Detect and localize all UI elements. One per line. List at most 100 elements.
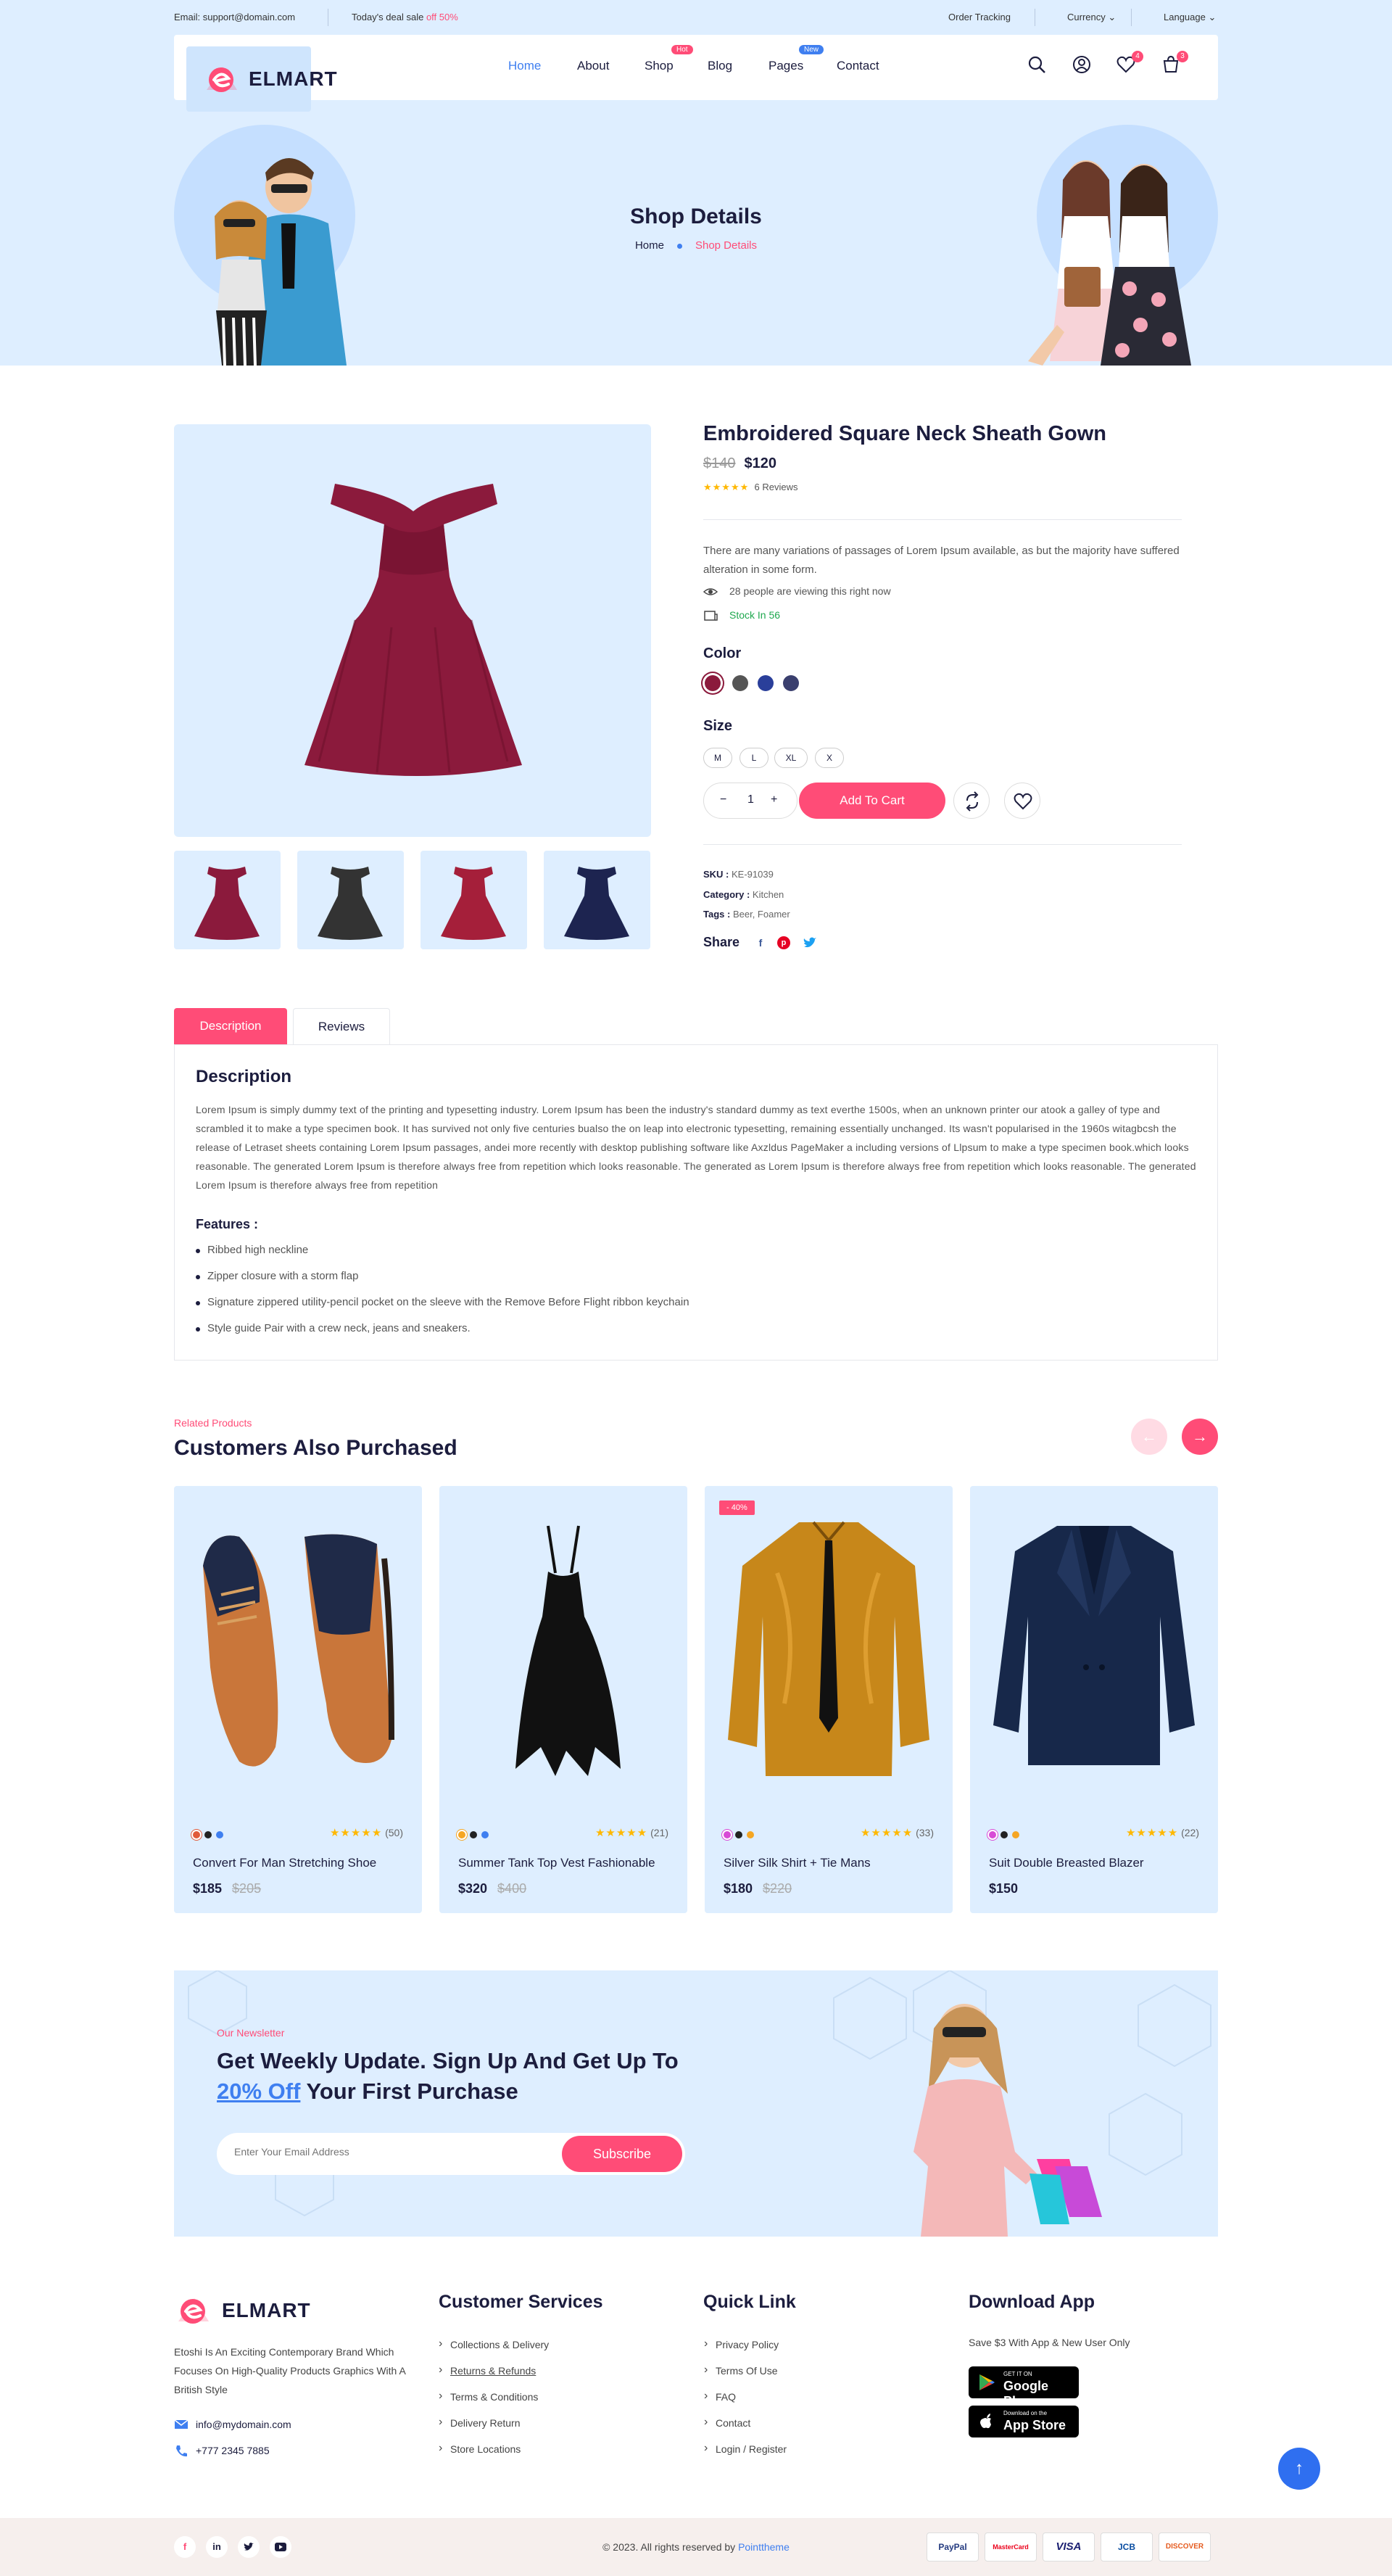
cart-count: 3 [1177, 51, 1188, 62]
color-dot[interactable] [747, 1830, 754, 1838]
product-thumb-1[interactable] [174, 851, 281, 949]
tab-description[interactable]: Description [174, 1008, 287, 1044]
nav-blog[interactable]: Blog [708, 59, 732, 73]
product-card[interactable]: - 40% ★★★★★ (33) Silver Silk Shirt + Tie… [705, 1486, 953, 1913]
color-swatch-gray[interactable] [732, 675, 748, 691]
search-icon[interactable] [1026, 54, 1048, 75]
pinterest-icon[interactable]: p [777, 936, 790, 949]
qty-plus-button[interactable]: + [771, 793, 777, 806]
currency-dropdown[interactable]: Currency ⌄ [1067, 12, 1116, 23]
footer-link[interactable]: Returns & Refunds [439, 2364, 536, 2377]
product-thumb-3[interactable] [420, 851, 527, 949]
logo[interactable]: ELMART [186, 46, 337, 112]
card-title[interactable]: Suit Double Breasted Blazer [989, 1856, 1144, 1870]
qty-value[interactable]: 1 [747, 793, 754, 806]
product-price: $140 $120 [703, 455, 776, 472]
nav-about[interactable]: About [577, 59, 609, 73]
silk-shirt-image [728, 1521, 929, 1776]
color-swatch-blue[interactable] [758, 675, 774, 691]
google-play-button[interactable]: GET IT ON Google Play [969, 2366, 1079, 2408]
product-card[interactable]: ★★★★★ (50) Convert For Man Stretching Sh… [174, 1486, 422, 1913]
size-xl[interactable]: XL [774, 748, 808, 768]
nav-contact[interactable]: Contact [837, 59, 879, 73]
newsletter-subtitle: Our Newsletter [217, 2027, 285, 2039]
qty-minus-button[interactable]: − [720, 793, 726, 806]
footer-phone[interactable]: +777 2345 7885 [196, 2445, 270, 2456]
wishlist-button[interactable] [1004, 783, 1040, 819]
card-title[interactable]: Convert For Man Stretching Shoe [193, 1856, 376, 1870]
color-swatch-navy[interactable] [783, 675, 799, 691]
facebook-icon[interactable]: f [753, 935, 768, 951]
nav-home[interactable]: Home [508, 59, 541, 73]
breadcrumb-home[interactable]: Home [635, 239, 664, 252]
product-thumb-4[interactable] [544, 851, 650, 949]
mail-icon [174, 2419, 188, 2429]
breadcrumb-current: Shop Details [695, 239, 758, 252]
tags-link[interactable]: Beer, Foamer [733, 909, 790, 920]
color-dot[interactable] [458, 1830, 465, 1838]
next-arrow-button[interactable]: → [1182, 1419, 1218, 1455]
support-email[interactable]: Email: support@domain.com [174, 12, 295, 22]
footer-link[interactable]: Terms Of Use [704, 2364, 777, 2377]
card-title[interactable]: Summer Tank Top Vest Fashionable [458, 1856, 655, 1870]
color-dot[interactable] [193, 1830, 200, 1838]
product-thumb-2[interactable] [297, 851, 404, 949]
category-link[interactable]: Kitchen [753, 889, 784, 900]
color-dot[interactable] [216, 1830, 223, 1838]
compare-button[interactable] [953, 783, 990, 819]
color-swatch-burgundy[interactable] [705, 675, 721, 691]
footer-link[interactable]: Delivery Return [439, 2416, 521, 2429]
newsletter-email-input[interactable] [234, 2146, 524, 2158]
product-main-image[interactable] [174, 424, 651, 837]
add-to-cart-button[interactable]: Add To Cart [799, 783, 945, 819]
reviews-link[interactable]: 6 Reviews [755, 482, 798, 492]
description-text: Lorem Ipsum is simply dummy text of the … [196, 1104, 1196, 1191]
color-dot[interactable] [470, 1830, 477, 1838]
card-title[interactable]: Silver Silk Shirt + Tie Mans [724, 1856, 871, 1870]
product-card[interactable]: ★★★★★ (22) Suit Double Breasted Blazer $… [970, 1486, 1218, 1913]
user-icon[interactable] [1071, 54, 1093, 75]
color-dot[interactable] [1012, 1830, 1019, 1838]
footer-link[interactable]: Terms & Conditions [439, 2390, 538, 2403]
wishlist-count: 4 [1132, 51, 1143, 62]
footer-logo-icon[interactable] [174, 2294, 213, 2327]
app-store-button[interactable]: Download on the App Store [969, 2406, 1079, 2437]
color-dot[interactable] [481, 1830, 489, 1838]
page-hero: ELMART Home About Shop Hot Blog Pages Ne… [0, 35, 1392, 366]
footer-link[interactable]: Store Locations [439, 2442, 521, 2455]
card-rating: ★★★★★ (21) [594, 1827, 668, 1839]
prev-arrow-button[interactable]: ← [1131, 1419, 1167, 1455]
color-dot[interactable] [735, 1830, 742, 1838]
footer-link[interactable]: Privacy Policy [704, 2337, 779, 2350]
tab-reviews[interactable]: Reviews [293, 1008, 390, 1044]
tags-row: Tags : Beer, Foamer [703, 909, 790, 920]
color-dot[interactable] [204, 1830, 212, 1838]
share-label: Share [703, 935, 740, 949]
stock-icon [704, 611, 718, 621]
nav-pages[interactable]: Pages [768, 59, 803, 73]
footer-link[interactable]: FAQ [704, 2390, 736, 2403]
main-navbar: ELMART Home About Shop Hot Blog Pages Ne… [174, 35, 1218, 112]
size-x[interactable]: X [815, 748, 844, 768]
size-m[interactable]: M [703, 748, 732, 768]
quick-link-heading: Quick Link [703, 2292, 796, 2312]
copyright-brand-link[interactable]: Pointtheme [738, 2541, 790, 2553]
size-l[interactable]: L [740, 748, 768, 768]
order-tracking-link[interactable]: Order Tracking [948, 12, 1011, 22]
color-dot[interactable] [989, 1830, 996, 1838]
footer-link[interactable]: Collections & Delivery [439, 2337, 549, 2350]
download-app-heading: Download App [969, 2292, 1095, 2312]
product-card[interactable]: ★★★★★ (21) Summer Tank Top Vest Fashiona… [439, 1486, 687, 1913]
footer-link[interactable]: Contact [704, 2416, 750, 2429]
color-dot[interactable] [1000, 1830, 1008, 1838]
nav-shop[interactable]: Shop [645, 59, 674, 73]
color-dot[interactable] [724, 1830, 731, 1838]
language-dropdown[interactable]: Language ⌄ [1164, 12, 1216, 23]
footer-logo-text: ELMART [222, 2299, 311, 2321]
subscribe-button[interactable]: Subscribe [562, 2136, 682, 2172]
breadcrumb-separator [676, 243, 682, 249]
scroll-to-top-button[interactable]: ↑ [1278, 2448, 1320, 2490]
twitter-icon[interactable] [802, 935, 818, 951]
footer-link[interactable]: Login / Register [704, 2442, 787, 2455]
footer-email[interactable]: info@mydomain.com [196, 2419, 291, 2430]
